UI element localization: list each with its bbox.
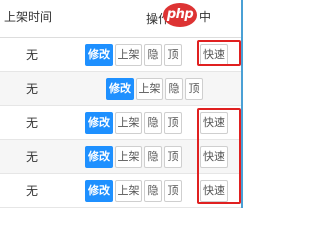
edit-button[interactable]: 修改 (85, 146, 113, 168)
shelf-button[interactable]: 上架 (115, 44, 142, 66)
edit-button[interactable]: 修改 (85, 112, 113, 134)
edit-button[interactable]: 修改 (106, 78, 134, 100)
shelf-button[interactable]: 上架 (115, 146, 142, 168)
shelf-time-cell: 无 (26, 48, 39, 62)
shelf-time-cell: 无 (26, 116, 39, 130)
top-button[interactable]: 顶 (164, 146, 182, 168)
hide-button[interactable]: 隐 (144, 112, 162, 134)
hide-button[interactable]: 隐 (144, 44, 162, 66)
table-row: 无 修改 上架 隐 顶 快速 (0, 174, 243, 208)
table-row: 无 修改 上架 隐 顶 快速 (0, 106, 243, 140)
table-header: 上架时间 操作 php 中文 (0, 0, 243, 38)
column-header-cut: 中文 (199, 10, 224, 24)
column-header-shelf-time: 上架时间 (4, 10, 53, 24)
express-button[interactable]: 快速 (200, 44, 228, 66)
hide-button[interactable]: 隐 (165, 78, 183, 100)
top-button[interactable]: 顶 (164, 180, 182, 202)
shelf-time-cell: 无 (26, 150, 39, 164)
hide-button[interactable]: 隐 (144, 180, 162, 202)
table-row: 无 修改 上架 隐 顶 (0, 72, 243, 106)
table-row: 无 修改 上架 隐 顶 快速 (0, 140, 243, 174)
express-button[interactable]: 快速 (200, 112, 228, 134)
shelf-button[interactable]: 上架 (136, 78, 163, 100)
shelf-time-cell: 无 (26, 82, 39, 96)
table-row: 无 修改 上架 隐 顶 快速 (0, 38, 243, 72)
top-button[interactable]: 顶 (185, 78, 203, 100)
panel-edge (241, 0, 243, 208)
top-button[interactable]: 顶 (164, 44, 182, 66)
edit-button[interactable]: 修改 (85, 180, 113, 202)
express-button[interactable]: 快速 (200, 180, 228, 202)
php-logo: php (163, 3, 197, 27)
shelf-time-cell: 无 (26, 184, 39, 198)
express-button[interactable]: 快速 (200, 146, 228, 168)
edit-button[interactable]: 修改 (85, 44, 113, 66)
top-button[interactable]: 顶 (164, 112, 182, 134)
shelf-button[interactable]: 上架 (115, 180, 142, 202)
hide-button[interactable]: 隐 (144, 146, 162, 168)
shelf-button[interactable]: 上架 (115, 112, 142, 134)
